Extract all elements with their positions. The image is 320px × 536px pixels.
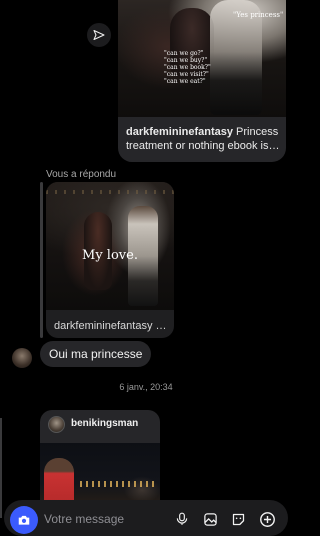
replied-post-caption: darkfemininefantasy Pr... [54, 320, 168, 332]
shared-post-card[interactable]: "Yes princess" "can we go?" "can we buy?… [118, 0, 286, 162]
microphone-icon [176, 512, 188, 525]
overlay-line: "can we book?" [164, 64, 211, 71]
background-lights [46, 190, 174, 194]
overlay-quote: "Yes princess" [233, 11, 284, 19]
message-input[interactable] [44, 511, 154, 527]
reply-indicator-bar [40, 182, 43, 338]
scroll-edge [0, 418, 2, 518]
camera-icon [18, 515, 30, 525]
overlay-lines: "can we go?" "can we buy?" "can we book?… [164, 50, 211, 85]
replied-post-card[interactable]: My love. darkfemininefantasy Pr... [46, 182, 174, 338]
image-overlay-text: My love. [82, 248, 138, 263]
replied-post-image: My love. [46, 182, 174, 310]
overlay-line: "can we buy?" [164, 57, 208, 64]
message-timestamp: 6 janv., 20:34 [119, 382, 173, 392]
post-username: darkfemininefantasy [126, 126, 233, 138]
post-author-username: benikingsman [71, 418, 139, 429]
paper-plane-icon [93, 30, 105, 40]
plus-button[interactable] [258, 510, 276, 528]
avatar[interactable] [12, 348, 32, 368]
reply-label: Vous a répondu [46, 169, 117, 180]
overlay-line: "can we go?" [164, 50, 204, 57]
gallery-button[interactable] [201, 510, 219, 528]
shared-post-image: "Yes princess" "can we go?" "can we buy?… [118, 0, 286, 117]
camera-button[interactable] [10, 506, 38, 534]
shared-post-card-2[interactable]: benikingsman [40, 410, 160, 510]
overlay-line: "can we visit?" [164, 71, 209, 78]
post-author-avatar [48, 416, 65, 433]
sticker-button[interactable] [229, 510, 247, 528]
shared-post-caption: darkfemininefantasy Princess treatment o… [126, 125, 282, 153]
city-lights [80, 481, 156, 487]
microphone-button[interactable] [173, 510, 191, 528]
sticker-icon [232, 513, 244, 525]
gallery-icon [203, 512, 217, 526]
overlay-line: "can we eat?" [164, 78, 206, 85]
caption-text: Princess [232, 126, 279, 138]
caption-text-2: treatment or nothing ebook is li... [126, 140, 282, 152]
share-send-icon[interactable] [87, 23, 111, 47]
message-bubble[interactable]: Oui ma princesse [40, 341, 152, 367]
plus-icon [259, 511, 275, 527]
